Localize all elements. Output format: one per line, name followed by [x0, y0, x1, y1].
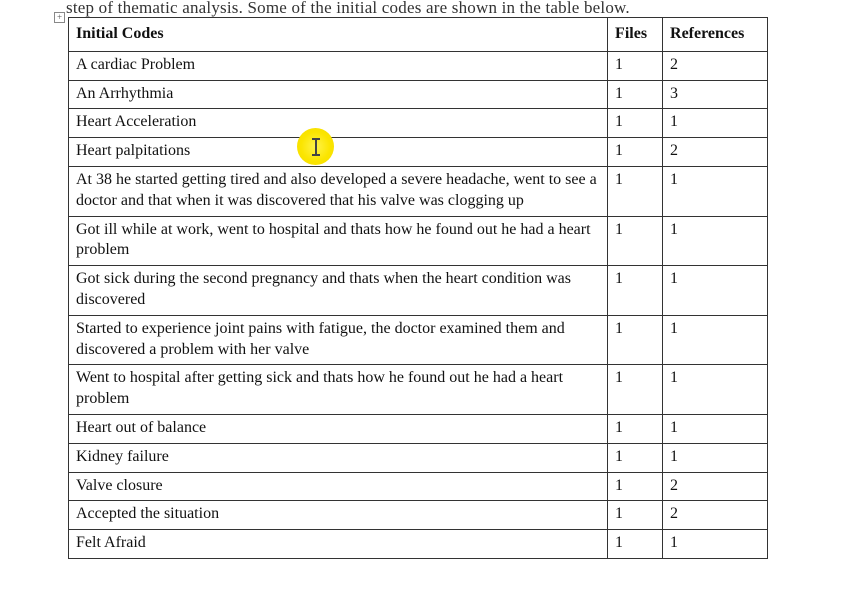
cell-files: 1: [608, 166, 663, 216]
cell-code: Heart palpitations: [69, 138, 608, 167]
table-row: Started to experience joint pains with f…: [69, 315, 768, 365]
cell-references: 1: [663, 443, 768, 472]
cell-files: 1: [608, 414, 663, 443]
cell-code: Felt Afraid: [69, 530, 608, 559]
cell-files: 1: [608, 51, 663, 80]
cell-references: 2: [663, 472, 768, 501]
cell-code: Started to experience joint pains with f…: [69, 315, 608, 365]
table-row: Kidney failure11: [69, 443, 768, 472]
cell-files: 1: [608, 472, 663, 501]
table-row: Valve closure12: [69, 472, 768, 501]
table-row: Heart Acceleration11: [69, 109, 768, 138]
cell-references: 1: [663, 216, 768, 266]
cell-files: 1: [608, 443, 663, 472]
cell-files: 1: [608, 80, 663, 109]
cell-code: Accepted the situation: [69, 501, 608, 530]
cell-references: 1: [663, 166, 768, 216]
cell-files: 1: [608, 501, 663, 530]
table-header-row: Initial Codes Files References: [69, 18, 768, 52]
cell-files: 1: [608, 216, 663, 266]
table-row: Heart palpitations12: [69, 138, 768, 167]
header-initial-codes: Initial Codes: [69, 18, 608, 52]
cell-references: 1: [663, 365, 768, 415]
cell-references: 2: [663, 138, 768, 167]
initial-codes-table: Initial Codes Files References A cardiac…: [68, 17, 768, 559]
cell-references: 1: [663, 530, 768, 559]
cell-files: 1: [608, 266, 663, 316]
cell-references: 1: [663, 315, 768, 365]
cell-references: 3: [663, 80, 768, 109]
cell-code: Heart Acceleration: [69, 109, 608, 138]
cell-code: Kidney failure: [69, 443, 608, 472]
cell-code: Went to hospital after getting sick and …: [69, 365, 608, 415]
cell-references: 2: [663, 51, 768, 80]
context-text-line: step of thematic analysis. Some of the i…: [66, 0, 630, 18]
cell-code: Got sick during the second pregnancy and…: [69, 266, 608, 316]
cell-files: 1: [608, 365, 663, 415]
cell-files: 1: [608, 109, 663, 138]
cell-references: 1: [663, 109, 768, 138]
cell-files: 1: [608, 315, 663, 365]
table-row: At 38 he started getting tired and also …: [69, 166, 768, 216]
table-row: An Arrhythmia13: [69, 80, 768, 109]
table-row: Got sick during the second pregnancy and…: [69, 266, 768, 316]
cell-code: Valve closure: [69, 472, 608, 501]
cell-references: 1: [663, 414, 768, 443]
cell-references: 2: [663, 501, 768, 530]
header-files: Files: [608, 18, 663, 52]
expand-collapse-icon[interactable]: +: [54, 12, 65, 23]
cell-code: Got ill while at work, went to hospital …: [69, 216, 608, 266]
cell-code: At 38 he started getting tired and also …: [69, 166, 608, 216]
cell-references: 1: [663, 266, 768, 316]
table-row: Felt Afraid11: [69, 530, 768, 559]
cell-code: A cardiac Problem: [69, 51, 608, 80]
cell-files: 1: [608, 138, 663, 167]
cell-code: An Arrhythmia: [69, 80, 608, 109]
header-references: References: [663, 18, 768, 52]
table-row: Heart out of balance11: [69, 414, 768, 443]
table-row: Got ill while at work, went to hospital …: [69, 216, 768, 266]
table-row: Accepted the situation12: [69, 501, 768, 530]
table-row: Went to hospital after getting sick and …: [69, 365, 768, 415]
cell-files: 1: [608, 530, 663, 559]
cell-code: Heart out of balance: [69, 414, 608, 443]
table-row: A cardiac Problem12: [69, 51, 768, 80]
